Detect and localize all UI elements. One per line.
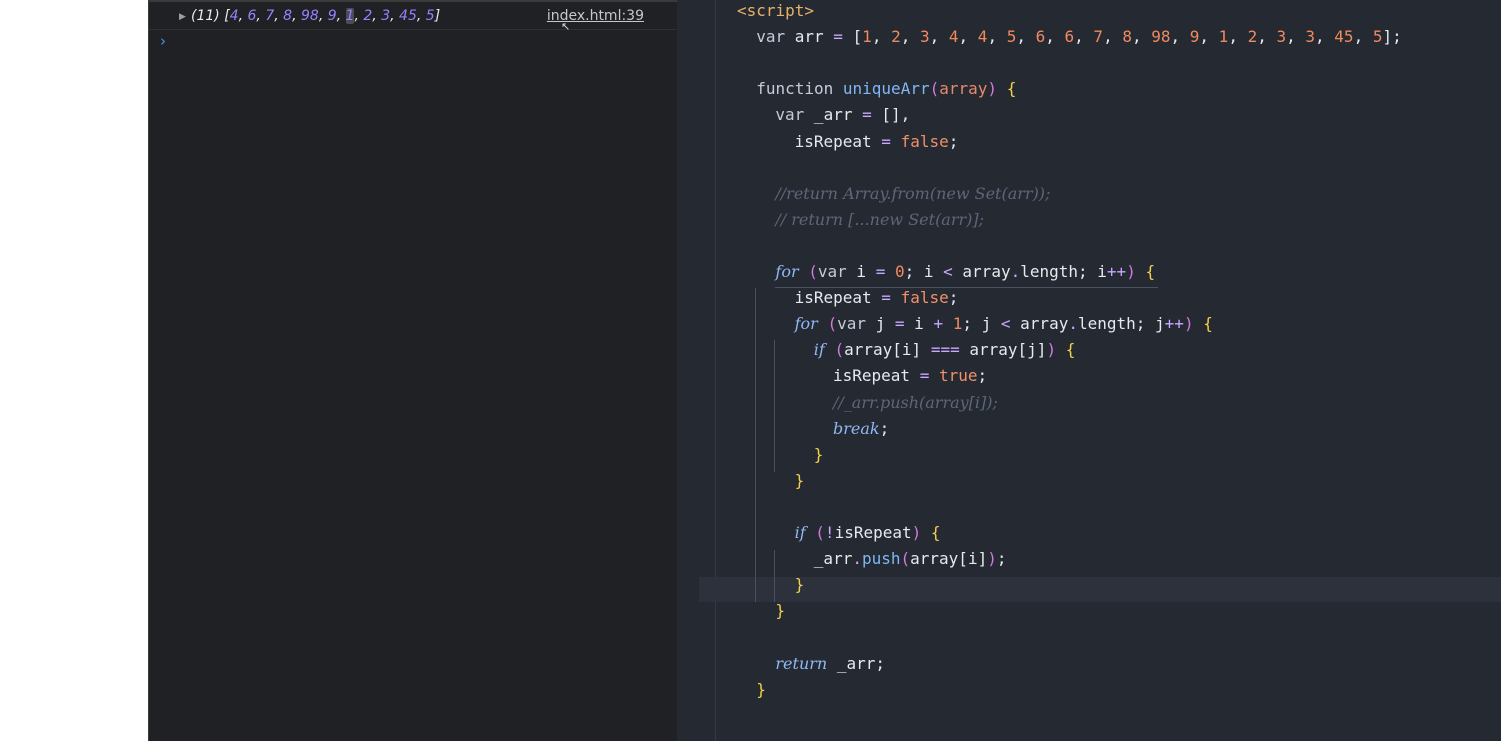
code-line[interactable]: var _arr = [], — [775, 102, 910, 128]
code-line[interactable]: break; — [833, 416, 889, 442]
code-line[interactable]: <script> — [737, 0, 814, 24]
code-editor[interactable]: <script> var arr = [1, 2, 3, 4, 4, 5, 6, … — [677, 0, 1501, 741]
code-line[interactable]: } — [756, 677, 766, 703]
code-line[interactable]: //return Array.from(new Set(arr)); — [775, 181, 1050, 207]
code-line[interactable]: isRepeat = true; — [833, 363, 987, 389]
code-line[interactable]: } — [814, 442, 824, 468]
array-value: 1 — [345, 8, 355, 24]
code-line[interactable]: for (var j = i + 1; j < array.length; j+… — [795, 311, 1213, 337]
console-log-row[interactable]: ▶ (11) [4, 6, 7, 8, 98, 9, 1, 2, 3, 45, … — [149, 6, 678, 33]
code-line[interactable]: } — [795, 572, 805, 598]
current-line-highlight — [699, 577, 1501, 602]
code-line[interactable]: return _arr; — [775, 651, 885, 677]
array-value: 6 — [247, 8, 257, 24]
code-line[interactable]: for (var i = 0; i < array.length; i++) { — [775, 259, 1155, 285]
array-value: 3 — [381, 8, 391, 24]
code-line[interactable]: } — [795, 468, 805, 494]
blank-area — [0, 0, 148, 741]
indent-guide — [774, 340, 775, 472]
code-line[interactable]: _arr.push(array[i]); — [814, 546, 1007, 572]
array-value: 4 — [229, 8, 239, 24]
code-line[interactable]: } — [775, 598, 785, 624]
code-line[interactable]: isRepeat = false; — [795, 285, 959, 311]
expand-triangle-icon[interactable]: ▶ — [179, 12, 186, 22]
code-line[interactable]: if (!isRepeat) { — [795, 520, 941, 546]
array-value: 9 — [327, 8, 337, 24]
array-value: 7 — [265, 8, 275, 24]
code-line[interactable]: var arr = [1, 2, 3, 4, 4, 5, 6, 6, 7, 8,… — [756, 24, 1402, 50]
console-prompt[interactable]: › — [160, 32, 166, 50]
code-line[interactable]: if (array[i] === array[j]) { — [814, 337, 1076, 363]
source-link[interactable]: index.html:39 — [547, 8, 644, 24]
code-line[interactable]: isRepeat = false; — [795, 129, 959, 155]
indent-guide — [774, 550, 775, 602]
devtools-console-panel: ▶ (11) [4, 6, 7, 8, 98, 9, 1, 2, 3, 45, … — [148, 0, 678, 741]
array-value: 5 — [425, 8, 435, 24]
console-log-array[interactable]: (11) [4, 6, 7, 8, 98, 9, 1, 2, 3, 45, 5] — [191, 8, 440, 24]
indent-guide — [755, 288, 756, 602]
array-value: 8 — [283, 8, 293, 24]
array-value: 98 — [300, 8, 319, 24]
array-value: 45 — [399, 8, 417, 24]
array-value: 2 — [363, 8, 373, 24]
code-line[interactable]: function uniqueArr(array) { — [756, 76, 1016, 102]
code-line[interactable]: // return [...new Set(arr)]; — [775, 207, 984, 233]
code-line[interactable]: //_arr.push(array[i]); — [833, 390, 998, 416]
array-count: (11) — [191, 8, 220, 24]
